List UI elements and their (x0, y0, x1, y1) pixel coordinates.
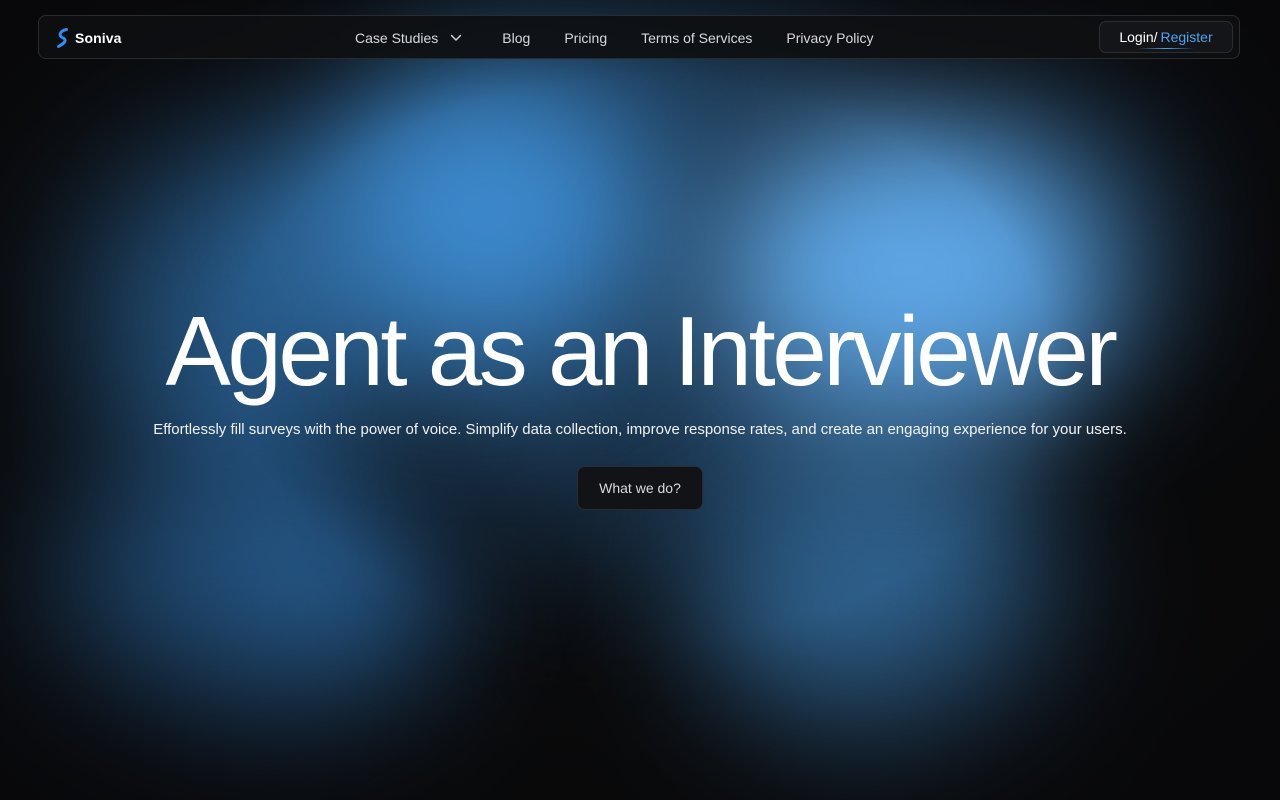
hero-title: Agent as an Interviewer (165, 296, 1118, 406)
nav-item-terms-of-services[interactable]: Terms of Services (641, 30, 752, 46)
nav-item-label: Terms of Services (641, 30, 753, 46)
register-link[interactable]: Register (1161, 29, 1213, 45)
register-underline (1138, 48, 1194, 49)
nav-item-label: Blog (502, 30, 531, 46)
chevron-down-icon (450, 34, 462, 42)
background-blob (700, 430, 1060, 760)
top-navbar: Soniva Case Studies Blog Pricing Terms o… (38, 15, 1240, 59)
landing-page: Soniva Case Studies Blog Pricing Terms o… (0, 0, 1280, 800)
login-link[interactable]: Login/ (1119, 29, 1157, 45)
nav-item-label: Case Studies (355, 30, 439, 46)
background-blob (20, 470, 440, 740)
login-register-button[interactable]: Login/ Register (1099, 21, 1233, 53)
nav-item-label: Pricing (564, 30, 608, 46)
what-we-do-button[interactable]: What we do? (577, 466, 703, 510)
nav-links: Case Studies Blog Pricing Terms of Servi… (355, 16, 874, 60)
brand-name: Soniva (75, 30, 122, 46)
nav-item-blog[interactable]: Blog (502, 30, 530, 46)
nav-item-case-studies[interactable]: Case Studies (355, 30, 462, 46)
nav-item-privacy-policy[interactable]: Privacy Policy (786, 30, 873, 46)
nav-item-pricing[interactable]: Pricing (564, 30, 607, 46)
nav-item-label: Privacy Policy (786, 30, 874, 46)
soniva-logo-icon (55, 28, 71, 48)
hero-subtitle: Effortlessly fill surveys with the power… (153, 421, 1127, 438)
brand-logo[interactable]: Soniva (55, 16, 122, 60)
